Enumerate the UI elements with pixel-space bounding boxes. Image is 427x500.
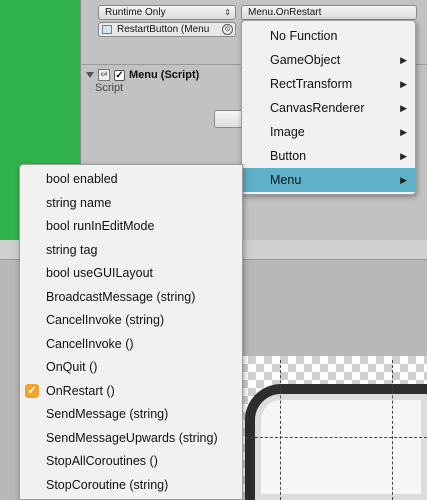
menu-item-cancelinvoke-string[interactable]: CancelInvoke (string) — [20, 308, 242, 332]
menu-item-label: CancelInvoke (string) — [46, 313, 165, 327]
menu-item-label: string name — [46, 195, 112, 210]
guide-line — [280, 360, 281, 500]
menu-item-sendmessageupwards[interactable]: SendMessageUpwards (string) — [20, 426, 242, 450]
chevron-right-icon: ▶ — [400, 103, 407, 113]
foldout-icon[interactable] — [86, 72, 94, 78]
menu-item-label: StopCoroutine (string) — [46, 477, 169, 492]
menu-item-label: Image — [270, 125, 305, 139]
object-field[interactable]: RestartButton (Menu ⊙ — [98, 22, 236, 37]
method-menu: bool enabled string name bool runInEditM… — [19, 164, 243, 500]
function-dropdown[interactable]: Menu.OnRestart — [241, 5, 417, 20]
menu-item-label: SendMessageUpwards (string) — [46, 430, 218, 445]
menu-item-string-name[interactable]: string name — [20, 191, 242, 215]
guide-line — [392, 360, 393, 500]
menu-item-recttransform[interactable]: RectTransform ▶ — [242, 72, 415, 96]
component-enabled-checkbox[interactable]: ✓ — [114, 69, 125, 81]
menu-item-broadcastmessage[interactable]: BroadcastMessage (string) — [20, 285, 242, 309]
menu-item-label: OnRestart () — [46, 383, 115, 398]
check-icon: ✓ — [25, 383, 39, 398]
menu-item-label: RectTransform — [270, 77, 353, 91]
menu-item-menu[interactable]: Menu ▶ — [242, 168, 415, 192]
menu-item-onrestart[interactable]: ✓ OnRestart () — [20, 379, 242, 403]
chevron-right-icon: ▶ — [400, 79, 407, 89]
component-menu: No Function GameObject ▶ RectTransform ▶… — [241, 20, 416, 195]
menu-item-onquit[interactable]: OnQuit () — [20, 355, 242, 379]
menu-item-label: StopAllCoroutines () — [46, 454, 158, 468]
menu-item-sendmessage[interactable]: SendMessage (string) — [20, 402, 242, 426]
runtime-dropdown-label: Runtime Only — [105, 7, 166, 18]
menu-item-label: Button — [270, 149, 307, 163]
menu-item-button[interactable]: Button ▶ — [242, 144, 415, 168]
menu-item-label: string tag — [46, 242, 98, 257]
menu-item-label: CancelInvoke () — [46, 336, 134, 351]
runtime-dropdown[interactable]: Runtime Only ⇕ — [98, 5, 236, 20]
menu-item-label: CanvasRenderer — [270, 101, 365, 115]
menu-item-label: GameObject — [270, 53, 341, 67]
menu-item-canvasrenderer[interactable]: CanvasRenderer ▶ — [242, 96, 415, 120]
menu-item-bool-enabled[interactable]: bool enabled — [20, 167, 242, 191]
button-sprite — [245, 384, 427, 500]
menu-item-stopcoroutine[interactable]: StopCoroutine (string) — [20, 473, 242, 497]
script-icon: c# — [98, 69, 110, 81]
menu-item-label: bool runInEditMode — [46, 219, 155, 233]
menu-item-gameobject[interactable]: GameObject ▶ — [242, 48, 415, 72]
menu-item-label: SendMessage (string) — [46, 407, 169, 421]
object-picker-icon[interactable]: ⊙ — [222, 24, 233, 35]
menu-item-image[interactable]: Image ▶ — [242, 120, 415, 144]
menu-item-label: OnQuit () — [46, 360, 98, 374]
chevron-right-icon: ▶ — [400, 55, 407, 65]
updown-arrow-icon: ⇕ — [224, 8, 231, 17]
object-icon — [102, 25, 112, 34]
menu-item-no-function[interactable]: No Function — [242, 24, 415, 48]
component-header[interactable]: c# ✓ Menu (Script) — [86, 67, 199, 83]
menu-item-label: BroadcastMessage (string) — [46, 289, 196, 304]
chevron-right-icon: ▶ — [400, 151, 407, 161]
chevron-right-icon: ▶ — [400, 127, 407, 137]
menu-item-bool-useguilayout[interactable]: bool useGUILayout — [20, 261, 242, 285]
chevron-right-icon: ▶ — [400, 175, 407, 185]
component-title: Menu (Script) — [129, 69, 200, 81]
menu-item-label: Menu — [270, 173, 302, 187]
menu-item-label: No Function — [270, 29, 338, 43]
menu-item-cancelinvoke[interactable]: CancelInvoke () — [20, 332, 242, 356]
menu-item-string-tag[interactable]: string tag — [20, 238, 242, 262]
menu-item-stopallcoroutines[interactable]: StopAllCoroutines () — [20, 449, 242, 473]
menu-item-label: bool enabled — [46, 172, 118, 186]
object-field-label: RestartButton (Menu — [117, 24, 210, 35]
menu-item-bool-runineditmode[interactable]: bool runInEditMode — [20, 214, 242, 238]
function-dropdown-label: Menu.OnRestart — [248, 7, 322, 18]
menu-item-label: bool useGUILayout — [46, 266, 154, 280]
guide-line — [240, 437, 427, 438]
script-label: Script — [95, 82, 124, 94]
